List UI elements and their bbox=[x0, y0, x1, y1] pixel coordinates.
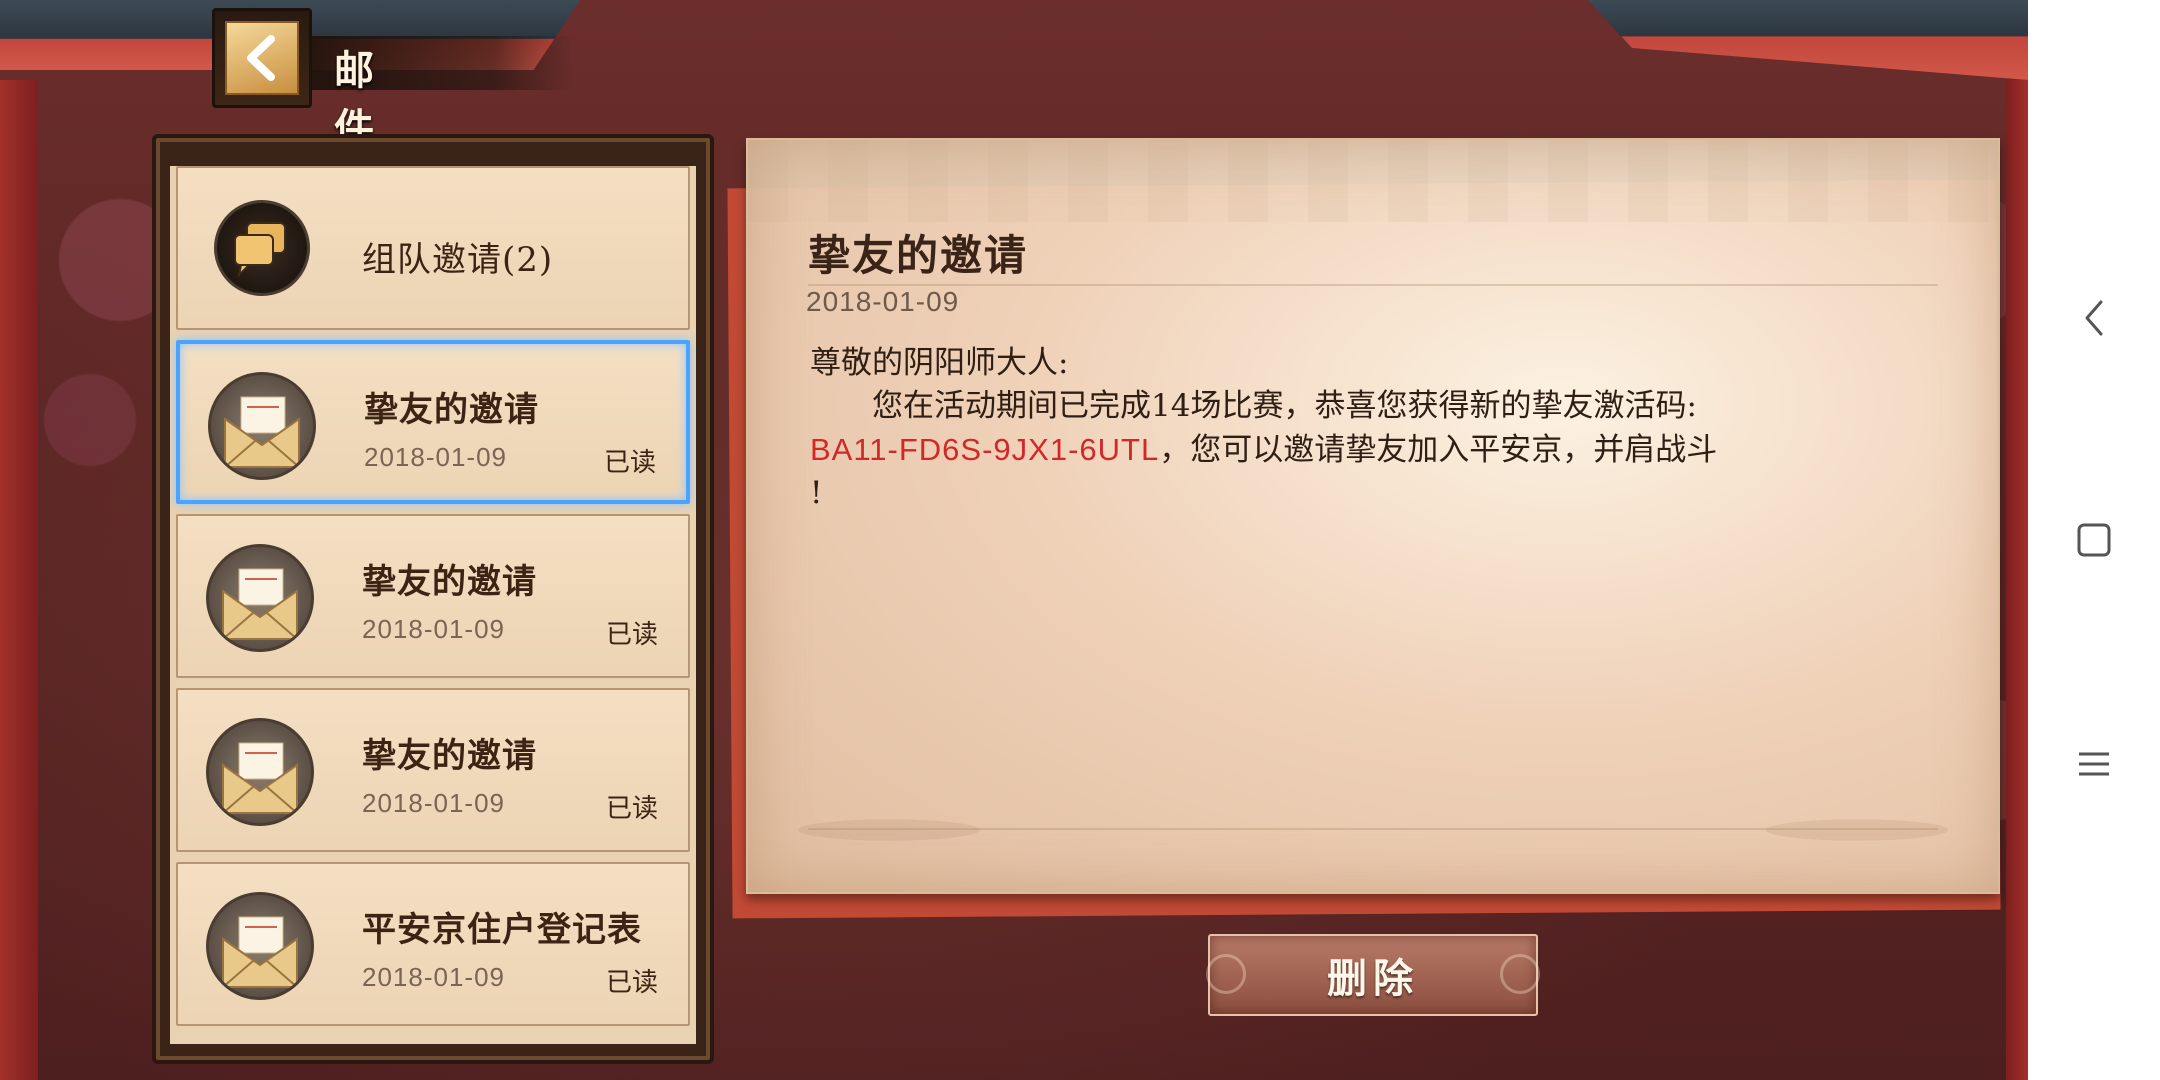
nav-back-button[interactable] bbox=[2028, 258, 2160, 378]
envelope-icon bbox=[206, 718, 314, 826]
letter-line: BA11-FD6S-9JX1-6UTL，您可以邀请挚友加入平安京，并肩战斗 bbox=[810, 428, 1930, 472]
swirl-ornament-icon bbox=[1500, 954, 1540, 994]
chat-bubbles-icon bbox=[214, 200, 310, 296]
menu-icon bbox=[2079, 752, 2109, 776]
delete-button[interactable]: 删除 bbox=[1206, 934, 1540, 1016]
mail-read-status: 已读 bbox=[605, 794, 658, 824]
mail-title: 挚友的邀请 bbox=[364, 390, 539, 430]
letter-title: 挚友的邀请 bbox=[808, 231, 1029, 280]
mail-title: 组队邀请(2) bbox=[362, 240, 554, 280]
mail-item[interactable]: 平安京住户登记表 2018-01-09 已读 bbox=[176, 862, 690, 1026]
letter-panel: 挚友的邀请 2018-01-09 尊敬的阴阳师大人: 您在活动期间已完成14场比… bbox=[746, 138, 2000, 894]
divider bbox=[808, 828, 1938, 830]
delete-button-label: 删除 bbox=[1327, 955, 1419, 1002]
mail-date: 2018-01-09 bbox=[362, 614, 505, 644]
pillar-left bbox=[0, 80, 38, 1080]
nav-menu-button[interactable] bbox=[2028, 704, 2160, 824]
mail-list[interactable]: 组队邀请(2) 挚友的邀请 2018-01-09 已读 挚友的邀请 2018-0… bbox=[170, 166, 696, 1044]
mail-date: 2018-01-09 bbox=[364, 442, 507, 472]
envelope-icon bbox=[206, 892, 314, 1000]
nav-home-button[interactable] bbox=[2028, 480, 2160, 600]
mail-date: 2018-01-09 bbox=[362, 962, 505, 992]
letter-line: ! bbox=[810, 475, 823, 511]
mail-title: 挚友的邀请 bbox=[362, 736, 537, 776]
mail-item[interactable]: 挚友的邀请 2018-01-09 已读 bbox=[176, 514, 690, 678]
mail-title: 挚友的邀请 bbox=[362, 562, 537, 602]
mail-read-status: 已读 bbox=[605, 968, 658, 998]
mail-item-team-invite[interactable]: 组队邀请(2) bbox=[176, 166, 690, 330]
swirl-ornament-icon bbox=[1206, 954, 1246, 994]
back-chevron-icon bbox=[2085, 300, 2103, 336]
back-button[interactable] bbox=[212, 8, 312, 108]
mail-list-frame: 组队邀请(2) 挚友的邀请 2018-01-09 已读 挚友的邀请 2018-0… bbox=[152, 134, 714, 1064]
mail-item[interactable]: 挚友的邀请 2018-01-09 已读 bbox=[176, 688, 690, 852]
pillar-right bbox=[2006, 80, 2028, 1080]
letter-greeting: 尊敬的阴阳师大人: bbox=[810, 345, 1069, 381]
divider bbox=[808, 284, 1938, 286]
letter-decoration bbox=[768, 702, 1978, 862]
game-screen: 邮件 组队邀请(2) 挚友的邀请 2018-01-09 已读 挚友的邀请 201… bbox=[0, 0, 2028, 1080]
letter-line: 您在活动期间已完成14场比赛，恭喜您获得新的挚友激活码: bbox=[872, 388, 1697, 424]
mail-item-selected[interactable]: 挚友的邀请 2018-01-09 已读 bbox=[176, 340, 690, 504]
envelope-icon bbox=[206, 544, 314, 652]
letter-date: 2018-01-09 bbox=[806, 286, 960, 317]
home-square-icon bbox=[2077, 523, 2111, 557]
letter-line-text: ，您可以邀请挚友加入平安京，并肩战斗 bbox=[1159, 432, 1718, 468]
mail-date: 2018-01-09 bbox=[362, 788, 505, 818]
system-navigation-bar bbox=[2028, 0, 2160, 1080]
activation-code[interactable]: BA11-FD6S-9JX1-6UTL bbox=[810, 432, 1159, 467]
mail-read-status: 已读 bbox=[603, 448, 656, 478]
letter-body: 尊敬的阴阳师大人: 您在活动期间已完成14场比赛，恭喜您获得新的挚友激活码: B… bbox=[810, 342, 1930, 515]
letter-pattern bbox=[748, 140, 1998, 222]
mail-title: 平安京住户登记表 bbox=[362, 910, 642, 950]
mail-read-status: 已读 bbox=[605, 620, 658, 650]
back-arrow-icon bbox=[225, 21, 299, 95]
envelope-icon bbox=[208, 372, 316, 480]
